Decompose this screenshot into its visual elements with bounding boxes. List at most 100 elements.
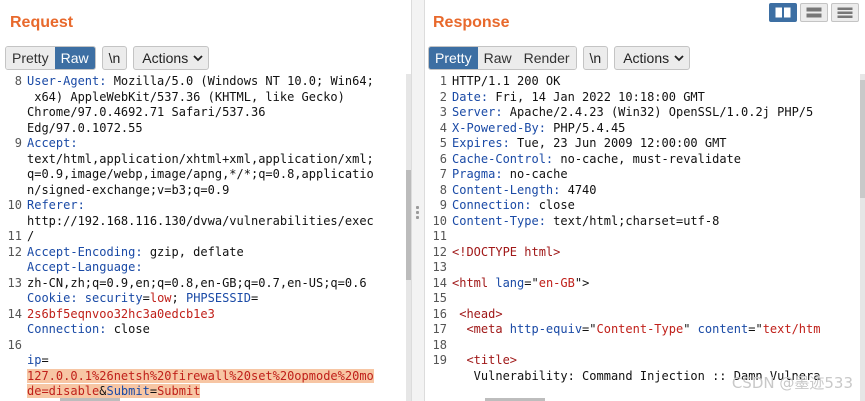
code-token: security [77, 291, 143, 305]
code-line[interactable]: Connection: close [27, 322, 411, 338]
code-line[interactable]: <meta http-equiv="Content-Type" content=… [452, 322, 865, 338]
code-token: Connection: [452, 198, 532, 212]
response-actions-dropdown[interactable]: Actions [614, 46, 691, 70]
layout-tabs-icon[interactable] [831, 3, 859, 22]
request-actions-dropdown[interactable]: Actions [133, 46, 210, 70]
code-line[interactable]: X-Powered-By: PHP/5.4.45 [452, 121, 865, 137]
code-token: Tue, 23 Jun 2009 12:00:00 GMT [509, 136, 727, 150]
code-line[interactable]: User-Agent: Mozilla/5.0 (Windows NT 10.0… [27, 74, 411, 90]
code-token: lang [495, 275, 525, 290]
response-tab-pretty[interactable]: Pretty [429, 47, 478, 69]
code-token: = [41, 353, 49, 367]
code-line[interactable]: <html lang="en-GB"> [452, 276, 865, 292]
code-line[interactable]: q=0.9,image/webp,image/apng,*/*;q=0.8,ap… [27, 167, 411, 183]
code-line[interactable]: Chrome/97.0.4692.71 Safari/537.36 [27, 105, 411, 121]
line-number: 10 [432, 213, 447, 228]
line-number: 9 [439, 198, 447, 212]
code-line[interactable]: <head> [452, 307, 865, 323]
response-scrollbar[interactable] [860, 74, 865, 401]
code-token: de=disable [27, 384, 100, 398]
code-token: =" [524, 275, 539, 290]
line-number: 9 [14, 136, 22, 150]
request-toolbar: Pretty Raw \n Actions [5, 46, 215, 70]
line-number: 16 [432, 306, 447, 321]
code-line[interactable]: HTTP/1.1 200 OK [452, 74, 865, 90]
code-line[interactable]: Server: Apache/2.4.23 (Win32) OpenSSL/1.… [452, 105, 865, 121]
line-number [0, 322, 22, 338]
code-line[interactable]: Edg/97.0.1072.55 [27, 121, 411, 137]
line-number: 10 [7, 198, 22, 212]
response-scrollbar-thumb[interactable] [860, 80, 865, 198]
chevron-down-icon [674, 55, 684, 62]
line-number: 17 [432, 322, 447, 336]
code-line[interactable]: <title> [452, 353, 865, 369]
code-line[interactable]: x64) AppleWebKit/537.36 (KHTML, like Gec… [27, 90, 411, 106]
code-token: Content-Length: [452, 182, 561, 197]
code-line[interactable]: Content-Type: text/html;charset=utf-8 [452, 214, 865, 230]
drag-handle-icon[interactable] [416, 206, 420, 221]
code-token: Pragma: [452, 167, 503, 181]
code-token: low [149, 291, 172, 305]
code-line[interactable]: http://192.168.116.130/dvwa/vulnerabilit… [27, 214, 411, 230]
response-tab-raw[interactable]: Raw [477, 47, 518, 69]
code-line[interactable] [452, 291, 865, 307]
code-line[interactable]: Content-Length: 4740 [452, 183, 865, 199]
code-line[interactable]: n/signed-exchange;v=b3;q=0.9 [27, 183, 411, 199]
request-tab-raw[interactable]: Raw [54, 47, 95, 69]
code-line[interactable]: <!DOCTYPE html> [452, 245, 865, 261]
code-line[interactable] [452, 229, 865, 245]
code-line[interactable]: Accept: [27, 136, 411, 152]
code-line[interactable]: Connection: close [452, 198, 865, 214]
code-line[interactable]: 127.0.0.1%26netsh%20firewall%20set%20opm… [27, 368, 411, 385]
code-token: en-GB [538, 275, 575, 290]
response-code[interactable]: HTTP/1.1 200 OK Date: Fri, 14 Jan 2022 10… [452, 74, 865, 384]
code-line[interactable] [452, 260, 865, 276]
code-line[interactable]: ip= [27, 353, 411, 369]
line-number [0, 105, 22, 121]
code-token: = [142, 291, 150, 305]
line-number: 15 [432, 291, 447, 305]
code-line[interactable]: Pragma: no-cache [452, 167, 865, 183]
code-line[interactable] [452, 338, 865, 354]
code-line[interactable]: / [27, 229, 411, 245]
line-number: 5 [439, 136, 447, 150]
code-token: Cache-Control: [452, 151, 554, 166]
response-tab-render[interactable]: Render [517, 47, 576, 69]
code-line[interactable]: Cache-Control: no-cache, must-revalidate [452, 152, 865, 168]
code-line[interactable]: Cookie: security=low; PHPSESSID= [27, 291, 411, 307]
code-token: <!DOCTYPE html> [452, 244, 561, 259]
request-newline-toggle[interactable]: \n [101, 46, 128, 70]
code-token: 4740 [560, 182, 597, 197]
request-line-numbers: 8 9 10 11 12 13 14 16 [0, 74, 22, 384]
request-editor[interactable]: 8 9 10 11 12 13 14 16 User-Agent: Mozilla/5.0 (… [0, 74, 411, 401]
code-token: X-Powered-By: [452, 120, 546, 135]
line-number: 13 [7, 275, 22, 290]
line-number: 4 [439, 120, 447, 135]
line-number [0, 90, 22, 106]
response-editor[interactable]: 1 2 3 4 5 6 7 8 9 10 11 12 13 14 15 16 17 18 19 HTTP/1.1 2… [425, 74, 865, 401]
code-token: http://192.168.116.130/dvwa/vulnerabilit… [27, 213, 374, 228]
request-tab-pretty[interactable]: Pretty [6, 47, 55, 69]
line-number: 12 [432, 244, 447, 259]
code-token: HTTP/1.1 200 OK [452, 74, 561, 88]
code-token: Connection: [27, 322, 107, 336]
code-line[interactable]: Date: Fri, 14 Jan 2022 10:18:00 GMT [452, 90, 865, 106]
response-view-tabs: Pretty Raw Render [428, 46, 577, 70]
code-line[interactable]: Accept-Encoding: gzip, deflate [27, 245, 411, 261]
layout-stacked-icon[interactable] [800, 3, 828, 22]
request-code[interactable]: User-Agent: Mozilla/5.0 (Windows NT 10.0… [27, 74, 411, 400]
code-line[interactable] [27, 338, 411, 354]
code-line[interactable]: 2s6bf5eqnvoo32hc3a0edcb1e3 [27, 307, 411, 323]
code-line[interactable]: zh-CN,zh;q=0.9,en;q=0.8,en-GB;q=0.7,en-U… [27, 276, 411, 292]
request-view-tabs: Pretty Raw [5, 46, 96, 70]
code-line[interactable]: Accept-Language: [27, 260, 411, 276]
code-token: <meta [452, 322, 510, 336]
code-token: Mozilla/5.0 (Windows NT 10.0; Win64; [106, 74, 374, 88]
code-line[interactable]: Expires: Tue, 23 Jun 2009 12:00:00 GMT [452, 136, 865, 152]
code-line[interactable]: text/html,application/xhtml+xml,applicat… [27, 152, 411, 168]
line-number: 19 [432, 353, 447, 367]
layout-side-by-side-icon[interactable] [769, 3, 797, 22]
response-newline-toggle[interactable]: \n [582, 46, 609, 70]
pane-divider[interactable] [411, 0, 425, 401]
code-line[interactable]: Referer: [27, 198, 411, 214]
